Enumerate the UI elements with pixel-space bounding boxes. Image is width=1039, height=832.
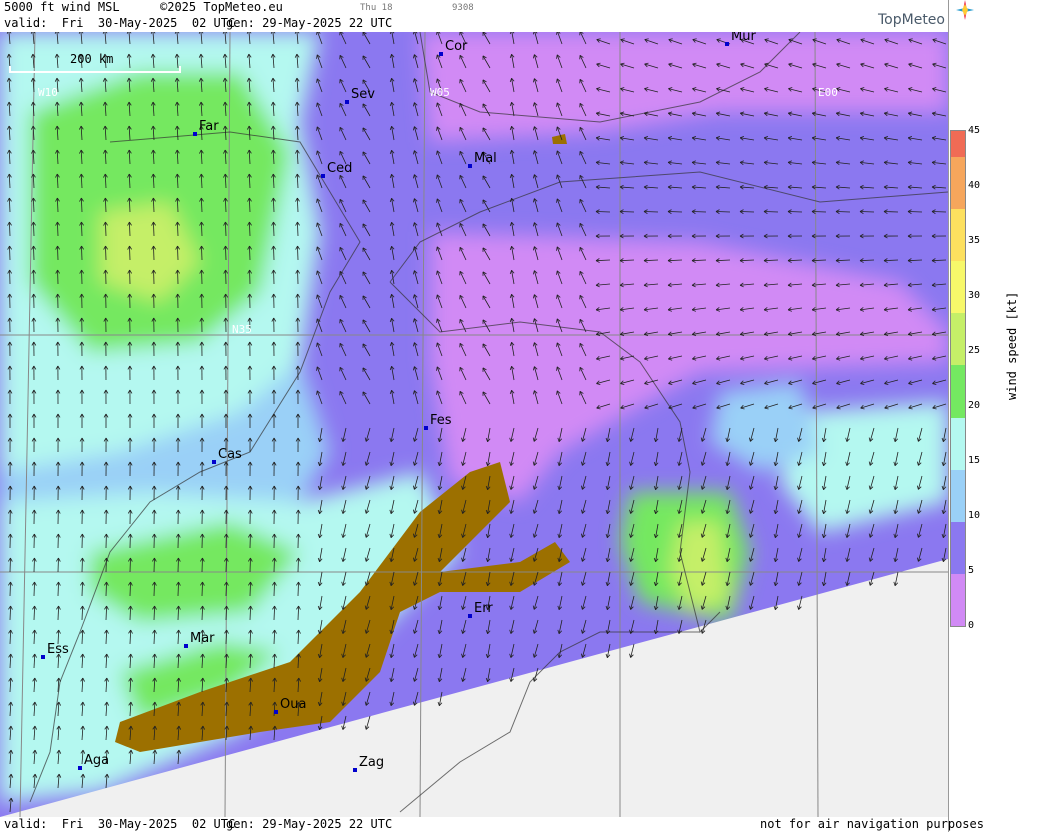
wind-arrow [297,245,299,261]
city-label: Mal [474,151,497,166]
city-label: Oua [280,697,307,712]
wind-arrow [201,245,203,261]
wind-arrow [225,245,227,261]
colorbar-tick: 40 [968,180,981,191]
city-marker [41,655,45,659]
city-label: Mar [190,631,215,646]
generated-time: gen: 29-May-2025 22 UTC [226,16,393,30]
wind-arrow [249,245,251,261]
colorbar-label: wind speed [kt] [1005,291,1019,400]
colorbar [950,130,966,627]
city-marker [274,710,278,714]
grid-label-w05: W05 [430,86,450,99]
colorbar-segment [951,521,965,574]
colorbar-tick: 45 [968,125,981,136]
wind-arrow [177,581,179,597]
colorbar-tick: 5 [968,565,975,576]
city-label: Ess [47,642,69,657]
city-marker [321,174,325,178]
colorbar-segment [951,469,965,522]
city-marker [468,614,472,618]
valid-time: valid: Fri 30-May-2025 02 UTC [4,16,236,30]
city-label: Err [474,601,493,616]
map-title: 5000 ft wind MSL [4,0,120,14]
wind-arrow [81,245,83,261]
city-label: Aga [84,753,110,768]
code-indicator: 9308 [452,3,474,13]
grid-label-w10: W10 [38,86,58,99]
colorbar-tick: 30 [968,290,981,301]
compass-icon [956,0,974,20]
divider [948,0,949,832]
city-marker [725,42,729,46]
wind-map[interactable]: 200 km W10 W05 E00 N35 Cor Mur Sev Far Ced Ma… [0,32,948,817]
wind-arrow [57,581,59,597]
city-marker [468,164,472,168]
wind-arrow [201,581,203,597]
colorbar-segment [951,313,965,366]
wind-arrow [129,245,131,261]
city-label: Fes [430,413,452,428]
colorbar-segment [951,365,965,418]
city-label: Zag [359,755,385,770]
colorbar-tick: 0 [968,620,975,631]
city-marker [78,766,82,770]
colorbar-segment [951,209,965,262]
grid-label-n35: N35 [232,323,252,336]
logo-text: TopMeteo [878,12,945,28]
wind-arrow [153,581,155,597]
city-label: Cas [218,447,242,462]
map-canvas [0,32,948,817]
city-marker [212,460,216,464]
wind-arrow [129,581,131,597]
wind-arrow [9,245,11,261]
city-marker [193,132,197,136]
city-marker [345,100,349,104]
colorbar-tick: 10 [968,510,981,521]
colorbar-segment [951,417,965,470]
city-label: Far [199,119,219,134]
wind-arrow [273,245,275,261]
day-indicator: Thu 18 [360,3,393,13]
footer-valid: valid: Fri 30-May-2025 02 UTC [4,817,236,831]
colorbar-tick: 25 [968,345,981,356]
city-marker [184,644,188,648]
city-label: Ced [327,161,353,176]
header-bar: 5000 ft wind MSL ©2025 TopMeteo.eu Thu 1… [0,0,948,32]
wind-arrow [9,581,11,597]
wind-arrow [105,581,107,597]
wind-arrow [33,581,35,597]
wind-arrow [57,245,59,261]
colorbar-tick: 35 [968,235,981,246]
colorbar-tick: 20 [968,400,981,411]
wind-arrow [33,245,35,261]
copyright: ©2025 TopMeteo.eu [160,0,283,14]
scale-label: 200 km [70,52,114,66]
wind-arrow [105,245,107,261]
wind-arrow [273,581,275,597]
wind-arrow [81,581,83,597]
colorbar-segment [951,261,965,314]
city-marker [439,52,443,56]
wind-arrow [177,245,179,261]
footer-note: not for air navigation purposes [760,817,984,831]
city-label: Cor [445,39,468,54]
wind-arrow [225,581,227,597]
colorbar-segment [951,131,965,158]
wind-arrow [153,245,155,261]
topmeteo-logo[interactable]: TopMeteo [878,0,974,28]
city-label: Sev [351,87,375,102]
footer-bar: valid: Fri 30-May-2025 02 UTC gen: 29-Ma… [0,817,1039,832]
footer-gen: gen: 29-May-2025 22 UTC [226,817,393,831]
city-marker [424,426,428,430]
city-marker [353,768,357,772]
colorbar-segment [951,157,965,210]
colorbar-segment [951,573,965,626]
grid-label-e00: E00 [818,86,838,99]
city-label: Mur [731,32,756,44]
wind-arrow [249,581,251,597]
colorbar-tick: 15 [968,455,981,466]
wind-arrow [297,581,299,597]
